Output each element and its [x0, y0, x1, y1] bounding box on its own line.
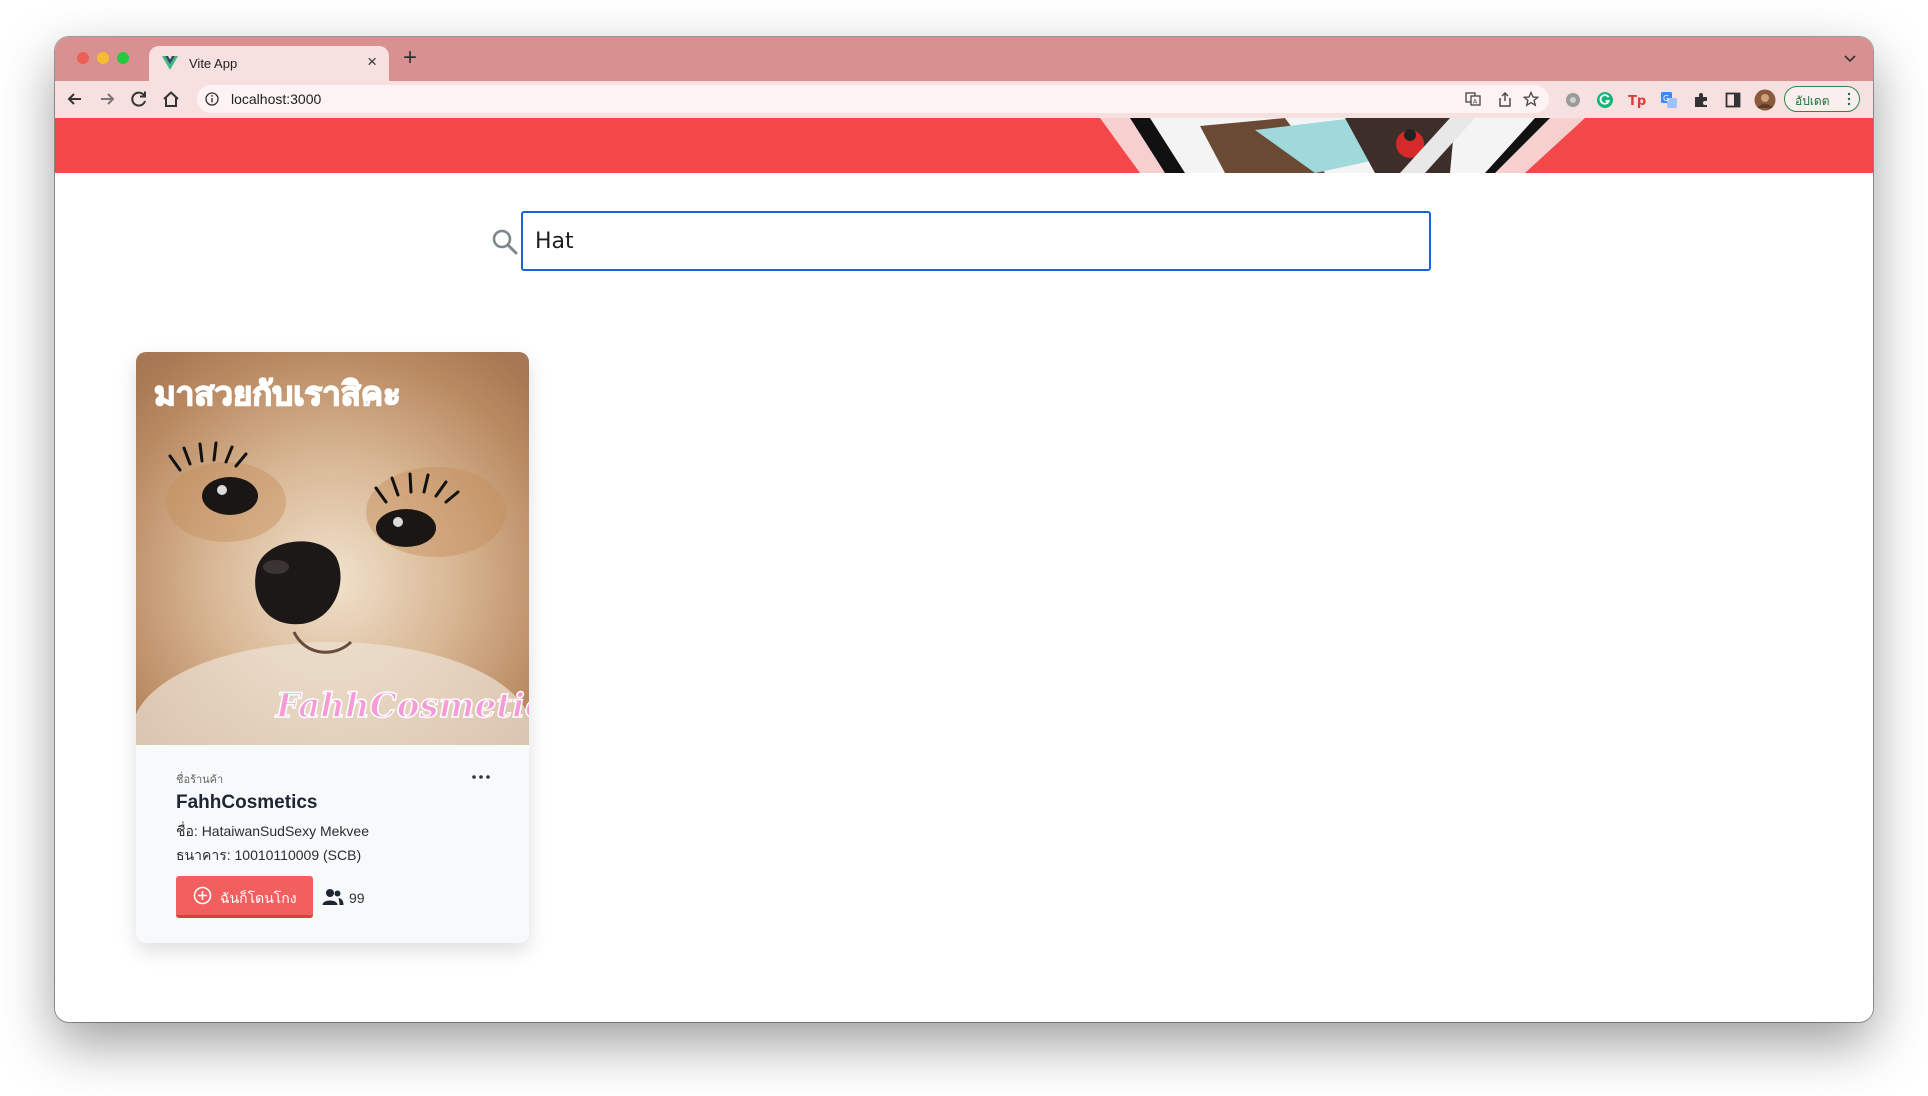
translate-icon[interactable]: A	[1465, 91, 1481, 107]
search-input[interactable]	[521, 211, 1431, 271]
users-icon	[322, 889, 344, 905]
share-icon[interactable]	[1497, 91, 1513, 107]
svg-text:G: G	[1663, 94, 1669, 103]
update-button-label: อัปเดต	[1795, 94, 1830, 108]
page-content: มาสวยกับเราสิคะ FahhCosmetics ชื่อร้านค้…	[55, 118, 1873, 1022]
header-banner	[55, 118, 1873, 173]
extensions-puzzle-icon[interactable]	[1692, 91, 1710, 109]
image-watermark: FahhCosmetics	[275, 686, 529, 726]
forward-arrow-icon[interactable]	[97, 89, 117, 109]
update-button[interactable]: อัปเดต	[1784, 86, 1860, 112]
image-top-text: มาสวยกับเราสิคะ	[154, 374, 401, 413]
tp-extension-icon[interactable]: Tp	[1628, 91, 1646, 109]
close-tab-icon[interactable]: ×	[367, 52, 377, 72]
tab-strip: Vite App × +	[55, 37, 1873, 81]
new-tab-button[interactable]: +	[403, 44, 417, 72]
home-icon[interactable]	[161, 89, 181, 109]
info-icon[interactable]	[205, 92, 219, 106]
maximize-window-button[interactable]	[117, 52, 129, 64]
tab-title: Vite App	[189, 56, 238, 71]
svg-text:Tp: Tp	[1628, 94, 1646, 109]
shop-card: มาสวยกับเราสิคะ FahhCosmetics ชื่อร้านค้…	[136, 352, 529, 943]
url-text: localhost:3000	[231, 91, 322, 107]
browser-toolbar: localhost:3000 A Tp G อัปเดต	[55, 81, 1873, 118]
minimize-window-button[interactable]	[97, 52, 109, 64]
extension-gray-icon[interactable]	[1564, 91, 1582, 109]
google-translate-icon[interactable]: G	[1660, 91, 1678, 109]
more-vert-icon	[1847, 92, 1851, 106]
browser-window: Vite App × + localhost:3000 A Tp G อัปเด…	[55, 37, 1873, 1022]
back-arrow-icon[interactable]	[65, 89, 85, 109]
card-title: FahhCosmetics	[176, 792, 318, 813]
banner-collage-image	[1100, 118, 1585, 173]
browser-tab[interactable]: Vite App ×	[149, 46, 389, 81]
members-count: 99	[349, 890, 365, 906]
grammarly-icon[interactable]	[1596, 91, 1614, 109]
plus-circle-icon	[193, 886, 212, 905]
vue-logo-icon	[162, 56, 178, 70]
more-horizontal-icon[interactable]	[471, 772, 491, 782]
shop-image: มาสวยกับเราสิคะ FahhCosmetics	[136, 352, 529, 745]
search-icon	[492, 229, 518, 255]
report-scam-button-label: ฉันก็โดนโกง	[220, 890, 297, 906]
chevron-down-icon[interactable]	[1843, 51, 1857, 65]
close-window-button[interactable]	[77, 52, 89, 64]
card-caption: ชื่อร้านค้า	[176, 774, 224, 786]
report-scam-button[interactable]: ฉันก็โดนโกง	[176, 876, 313, 918]
profile-avatar[interactable]	[1754, 89, 1776, 111]
bookmark-star-icon[interactable]	[1523, 91, 1539, 107]
card-bank-account: ธนาคาร: 10010110009 (SCB)	[176, 847, 362, 863]
side-panel-icon[interactable]	[1724, 91, 1742, 109]
card-owner: ชื่อ: HataiwanSudSexy Mekvee	[176, 823, 369, 839]
address-bar[interactable]: localhost:3000 A	[197, 85, 1549, 113]
reload-icon[interactable]	[129, 89, 149, 109]
